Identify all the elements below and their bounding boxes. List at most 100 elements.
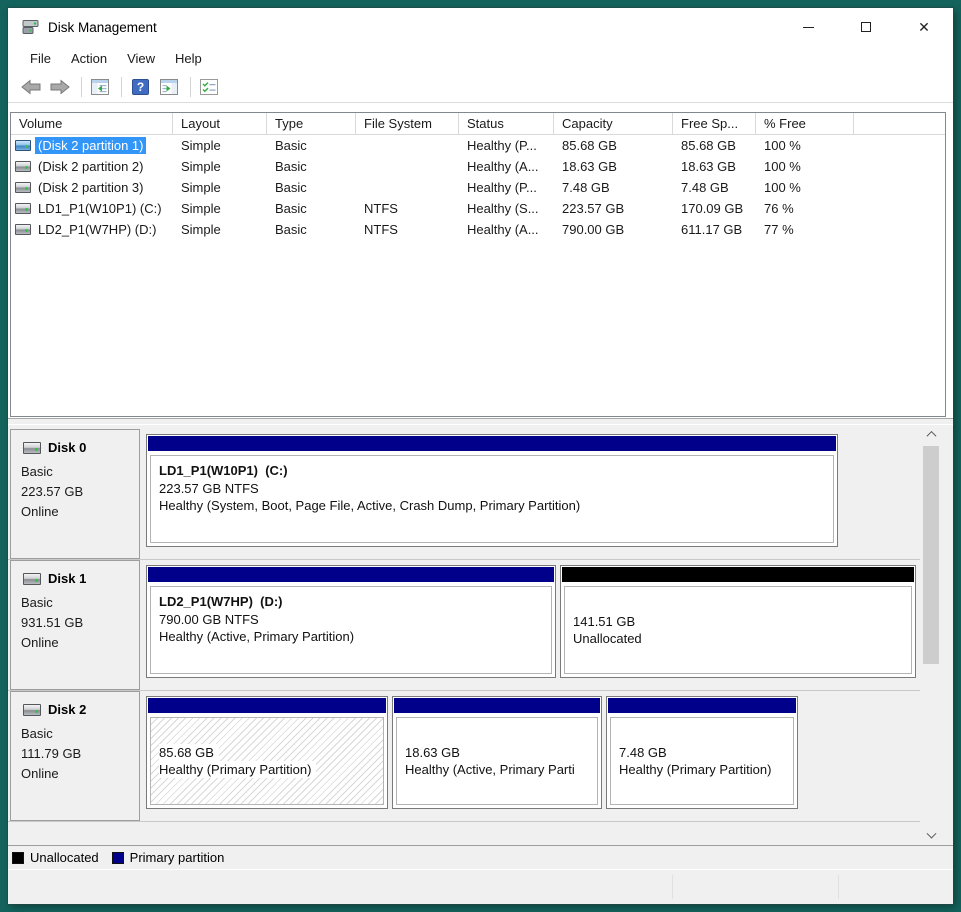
column-header-type[interactable]: Type [267, 113, 356, 134]
volume-cell: 7.48 GB [673, 177, 756, 198]
volume-cell: 100 % [756, 156, 854, 177]
column-header-status[interactable]: Status [459, 113, 554, 134]
disk-drive-icon [23, 573, 41, 585]
volume-name: (Disk 2 partition 1) [35, 137, 146, 154]
help-button[interactable]: ? [127, 75, 153, 99]
column-header-label: Capacity [562, 116, 613, 131]
volume-cell-text: Simple [181, 180, 221, 195]
volume-cell: 170.09 GB [673, 198, 756, 219]
disk-graphical-pane: Disk 0Basic223.57 GBOnlineLD1_P1(W10P1) … [8, 425, 953, 845]
properties-button[interactable] [196, 75, 222, 99]
volume-cell: 100 % [756, 135, 854, 156]
volume-cell: Healthy (P... [459, 177, 554, 198]
disk-management-app-icon [22, 19, 40, 35]
column-header-label: Status [467, 116, 504, 131]
volume-cell-text: Simple [181, 222, 221, 237]
partition-status: Unallocated [573, 630, 911, 648]
disk-name: Disk 2 [48, 702, 86, 717]
volume-drive-icon [15, 224, 31, 235]
maximize-button[interactable] [837, 8, 895, 46]
column-header-free[interactable]: % Free [756, 113, 854, 134]
partition-info: 7.48 GBHealthy (Primary Partition) [610, 717, 794, 805]
volume-cell-text: 170.09 GB [681, 201, 743, 216]
partition[interactable]: LD1_P1(W10P1) (C:)223.57 GB NTFSHealthy … [146, 434, 838, 547]
volume-cell: Healthy (A... [459, 156, 554, 177]
volume-cell: (Disk 2 partition 1) [11, 135, 173, 156]
volume-row[interactable]: LD2_P1(W7HP) (D:)SimpleBasicNTFSHealthy … [11, 219, 945, 240]
forward-button[interactable] [47, 75, 73, 99]
action-pane-icon [160, 79, 178, 95]
volume-cell-text: Basic [275, 180, 307, 195]
disk-type: Basic [21, 593, 139, 613]
partition[interactable]: 7.48 GBHealthy (Primary Partition) [606, 696, 798, 809]
volume-row[interactable]: (Disk 2 partition 2)SimpleBasicHealthy (… [11, 156, 945, 177]
minimize-button[interactable] [779, 8, 837, 46]
scrollbar-thumb[interactable] [923, 446, 939, 664]
volume-cell-text: Healthy (S... [467, 201, 539, 216]
partition-color-strip [608, 698, 796, 713]
column-header-capacity[interactable]: Capacity [554, 113, 673, 134]
volume-cell: (Disk 2 partition 2) [11, 156, 173, 177]
column-header-free-sp[interactable]: Free Sp... [673, 113, 756, 134]
partition-info: 141.51 GBUnallocated [564, 586, 912, 674]
column-header-layout[interactable]: Layout [173, 113, 267, 134]
volume-row[interactable]: (Disk 2 partition 3)SimpleBasicHealthy (… [11, 177, 945, 198]
disk-row-disk-2: Disk 2Basic111.79 GBOnline85.68 GBHealth… [8, 691, 920, 822]
partition-size: 85.68 GB [159, 744, 383, 762]
show-action-pane-button[interactable] [156, 75, 182, 99]
disk-label-disk-2[interactable]: Disk 2Basic111.79 GBOnline [10, 691, 140, 821]
column-header-volume[interactable]: Volume [11, 113, 173, 134]
status-bar-separator [672, 875, 673, 899]
disk-status: Online [21, 633, 139, 653]
menu-file[interactable]: File [20, 48, 61, 70]
volume-cell: Simple [173, 156, 267, 177]
partition-status: Healthy (System, Boot, Page File, Active… [159, 497, 833, 515]
partition-color-strip [562, 567, 914, 582]
menu-help[interactable]: Help [165, 48, 212, 70]
partition[interactable]: LD2_P1(W7HP) (D:)790.00 GB NTFSHealthy (… [146, 565, 556, 678]
console-tree-icon [91, 79, 109, 95]
legend-label-unallocated: Unallocated [30, 850, 99, 865]
partitions: LD1_P1(W10P1) (C:)223.57 GB NTFSHealthy … [146, 429, 920, 559]
partition-unallocated[interactable]: 141.51 GBUnallocated [560, 565, 916, 678]
menu-action[interactable]: Action [61, 48, 117, 70]
volume-cell-text: 790.00 GB [562, 222, 624, 237]
volume-cell [356, 177, 459, 198]
volume-cell: Basic [267, 219, 356, 240]
scroll-down-button[interactable] [922, 828, 940, 845]
volume-cell-text: Healthy (P... [467, 180, 537, 195]
disk-name-row: Disk 0 [21, 440, 139, 455]
column-header-file-system[interactable]: File System [356, 113, 459, 134]
column-header-label: Volume [19, 116, 62, 131]
close-button[interactable]: ✕ [895, 8, 953, 46]
menu-view[interactable]: View [117, 48, 165, 70]
disk-size: 223.57 GB [21, 482, 139, 502]
volume-cell: Simple [173, 198, 267, 219]
unallocated-swatch [12, 852, 24, 864]
back-button[interactable] [18, 75, 44, 99]
disk-row-disk-0: Disk 0Basic223.57 GBOnlineLD1_P1(W10P1) … [8, 429, 920, 560]
partition[interactable]: 85.68 GBHealthy (Primary Partition) [146, 696, 388, 809]
column-header-label: Type [275, 116, 303, 131]
scroll-up-button[interactable] [922, 426, 940, 443]
volume-row[interactable]: (Disk 2 partition 1)SimpleBasicHealthy (… [11, 135, 945, 156]
status-bar [8, 869, 953, 904]
disk-label-disk-1[interactable]: Disk 1Basic931.51 GBOnline [10, 560, 140, 690]
maximize-icon [861, 22, 871, 32]
volume-cell-text: 7.48 GB [681, 180, 729, 195]
vertical-scrollbar[interactable] [922, 426, 940, 845]
partition[interactable]: 18.63 GBHealthy (Active, Primary Parti [392, 696, 602, 809]
volume-cell-text: Basic [275, 201, 307, 216]
minimize-icon [803, 27, 814, 28]
disk-label-disk-0[interactable]: Disk 0Basic223.57 GBOnline [10, 429, 140, 559]
volume-cell: NTFS [356, 219, 459, 240]
close-icon: ✕ [918, 20, 930, 34]
volume-cell: LD2_P1(W7HP) (D:) [11, 219, 173, 240]
volume-cell [356, 135, 459, 156]
chevron-up-icon [926, 431, 936, 441]
disk-size: 111.79 GB [21, 744, 139, 764]
pane-splitter[interactable] [8, 418, 953, 425]
show-console-tree-button[interactable] [87, 75, 113, 99]
volume-row[interactable]: LD1_P1(W10P1) (C:)SimpleBasicNTFSHealthy… [11, 198, 945, 219]
column-header-label: File System [364, 116, 432, 131]
